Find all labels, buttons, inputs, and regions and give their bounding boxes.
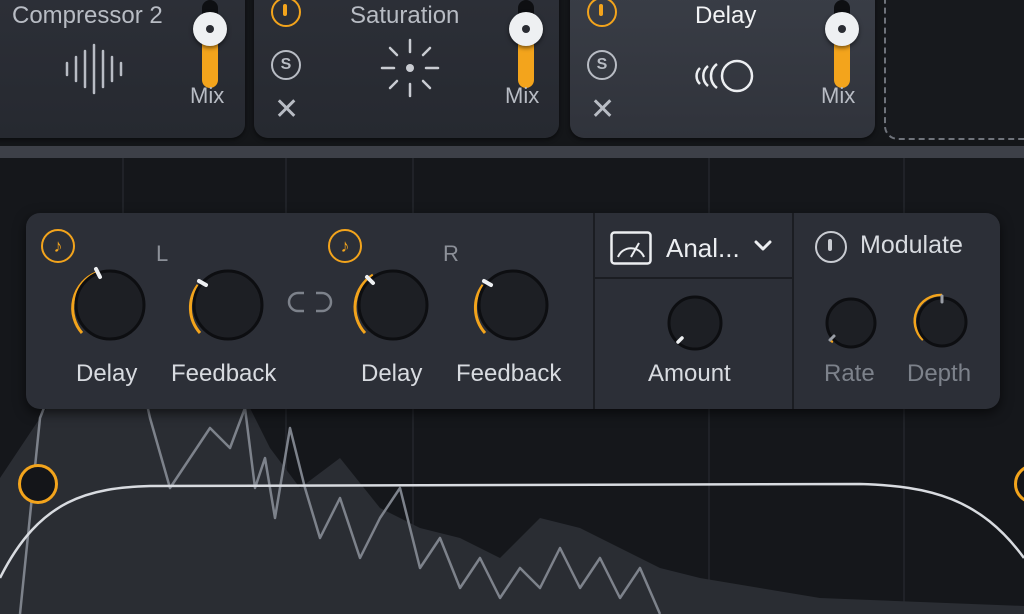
module-delay[interactable]: Delay S ✕ Mix — [570, 0, 875, 138]
link-channels-icon[interactable] — [287, 290, 333, 314]
feedback-left-label: Feedback — [171, 360, 277, 387]
modulate-label: Modulate — [860, 231, 963, 259]
mix-label: Mix — [505, 83, 540, 108]
mix-slider[interactable] — [509, 0, 543, 88]
mix-slider-thumb[interactable] — [509, 12, 543, 46]
feedback-left-knob[interactable] — [178, 255, 278, 355]
close-icon[interactable]: ✕ — [590, 95, 615, 125]
chevron-down-icon — [754, 240, 772, 251]
module-saturation[interactable]: Saturation S ✕ Mix — [254, 0, 559, 138]
amount-label: Amount — [648, 360, 731, 387]
delay-echo-icon — [695, 59, 754, 93]
empty-module-slot[interactable] — [884, 0, 1024, 140]
delay-mode-value: Anal... — [666, 233, 740, 263]
module-title: Compressor 2 — [12, 2, 163, 29]
delay-left-knob[interactable] — [60, 255, 160, 355]
mix-slider-thumb[interactable] — [825, 12, 859, 46]
mix-label: Mix — [190, 83, 225, 108]
amount-knob[interactable] — [664, 292, 726, 354]
panel-separator — [595, 277, 792, 279]
depth-knob[interactable] — [910, 290, 974, 354]
panel-separator — [593, 213, 595, 409]
module-title: Delay — [695, 2, 757, 29]
module-power-icon[interactable] — [271, 0, 301, 27]
compressor-waveform-icon — [65, 43, 123, 95]
rate-knob[interactable] — [820, 292, 882, 354]
mix-slider[interactable] — [193, 0, 227, 88]
saturation-burst-icon — [380, 38, 440, 98]
analog-meter-icon — [610, 231, 652, 265]
module-compressor[interactable]: Compressor 2 Mix — [0, 0, 245, 138]
solo-button[interactable]: S — [271, 50, 301, 80]
modulate-power-icon[interactable] — [815, 231, 847, 263]
panel-separator — [792, 213, 794, 409]
delay-mode-dropdown[interactable]: Anal... — [608, 229, 780, 267]
rate-label: Rate — [824, 360, 875, 387]
mix-slider-thumb[interactable] — [193, 12, 227, 46]
solo-button[interactable]: S — [587, 50, 617, 80]
close-icon[interactable]: ✕ — [274, 95, 299, 125]
module-power-icon[interactable] — [587, 0, 617, 27]
delay-right-knob[interactable] — [343, 255, 443, 355]
mix-slider[interactable] — [825, 0, 859, 88]
delay-left-label: Delay — [76, 360, 138, 387]
channel-label-right: R — [443, 241, 459, 266]
module-title: Saturation — [350, 2, 460, 29]
mix-label: Mix — [821, 83, 856, 108]
section-divider — [0, 146, 1024, 158]
eq-low-handle[interactable] — [18, 464, 58, 504]
depth-label: Depth — [907, 360, 972, 387]
feedback-right-knob[interactable] — [463, 255, 563, 355]
feedback-right-label: Feedback — [456, 360, 562, 387]
delay-right-label: Delay — [361, 360, 423, 387]
